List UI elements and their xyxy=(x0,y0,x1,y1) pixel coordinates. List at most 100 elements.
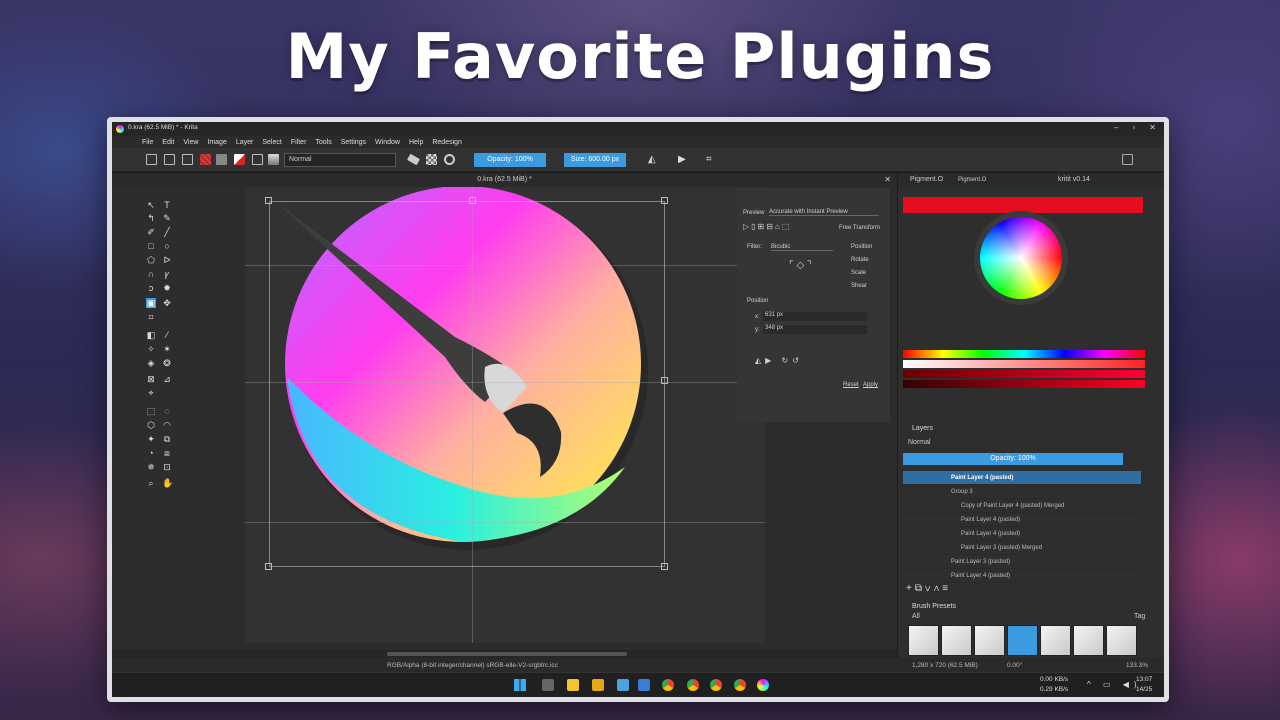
layer-row[interactable]: Paint Layer 4 (pasted) xyxy=(903,513,1141,527)
anchor-point-grid-icon[interactable]: ⌜ ◇ ⌝ xyxy=(789,260,812,271)
measure-tool-icon[interactable]: ⊿ xyxy=(162,374,172,384)
close-tab-icon[interactable]: ✕ xyxy=(884,173,891,187)
new-document-icon[interactable] xyxy=(146,154,157,165)
color-swatch-icon[interactable] xyxy=(234,154,245,165)
rect-select-tool-icon[interactable]: ⬚ xyxy=(146,406,156,416)
zoom-tool-icon[interactable]: ⌕ xyxy=(146,478,156,488)
chrome-icon[interactable] xyxy=(687,679,699,691)
layers-opacity-slider[interactable]: Opacity: 100% xyxy=(903,453,1123,465)
transform-handle[interactable] xyxy=(661,563,668,570)
minimize-icon[interactable]: – xyxy=(1114,123,1118,132)
bezier-select-tool-icon[interactable]: ◔ xyxy=(146,448,156,458)
pattern-swatch-icon[interactable] xyxy=(216,154,227,165)
text-tool-icon[interactable]: T xyxy=(162,200,172,210)
brush-preset-tile[interactable] xyxy=(1073,625,1104,656)
contiguous-select-tool-icon[interactable]: ✦ xyxy=(146,434,156,444)
menu-tools[interactable]: Tools xyxy=(315,139,331,146)
layers-blend-mode[interactable]: Normal xyxy=(908,439,931,446)
layer-row[interactable]: Paint Layer 3 (pasted) Merged xyxy=(903,541,1141,555)
document-canvas[interactable] xyxy=(245,187,765,643)
opacity-slider[interactable]: Opacity: 100% xyxy=(474,153,546,167)
alpha-slider[interactable] xyxy=(903,380,1145,388)
mode-position[interactable]: Position xyxy=(851,244,872,250)
filter-select[interactable]: Bicubic xyxy=(771,244,833,251)
transform-mode-icons[interactable]: ▷▯⊞⊟⌂⬚ xyxy=(743,222,791,231)
menu-image[interactable]: Image xyxy=(207,139,226,146)
mode-scale[interactable]: Scale xyxy=(851,270,866,276)
menu-settings[interactable]: Settings xyxy=(341,139,366,146)
brush-presets-tag[interactable]: Tag xyxy=(1134,613,1145,620)
horizontal-scrollbar[interactable] xyxy=(112,650,897,658)
eraser-icon[interactable] xyxy=(406,153,421,166)
transform-handle[interactable] xyxy=(661,377,668,384)
menu-file[interactable]: File xyxy=(142,139,153,146)
edit-shapes-tool-icon[interactable]: ↰ xyxy=(146,213,156,223)
transform-handle[interactable] xyxy=(469,197,476,204)
mode-shear[interactable]: Shear xyxy=(851,283,867,289)
fill-tool-icon[interactable]: ◈ xyxy=(146,358,156,368)
brush-settings-icon[interactable] xyxy=(252,154,263,165)
chrome-icon[interactable] xyxy=(710,679,722,691)
menu-view[interactable]: View xyxy=(183,139,198,146)
transform-bounding-box[interactable] xyxy=(269,201,665,567)
menu-redesign[interactable]: Redesign xyxy=(432,139,462,146)
brush-presets-filter[interactable]: All xyxy=(912,613,920,620)
polygon-select-tool-icon[interactable]: ⬡ xyxy=(146,420,156,430)
menu-edit[interactable]: Edit xyxy=(162,139,174,146)
transform-handle[interactable] xyxy=(265,563,272,570)
apply-button[interactable]: Apply xyxy=(863,382,878,388)
saturation-slider[interactable] xyxy=(903,360,1145,368)
transform-handle[interactable] xyxy=(265,197,272,204)
ellipse-tool-icon[interactable]: ○ xyxy=(162,241,172,251)
move-tool-icon[interactable]: ✥ xyxy=(162,298,172,308)
color-picker-tool-icon[interactable]: ⁄ xyxy=(162,330,172,340)
brush-preset-tile[interactable] xyxy=(974,625,1005,656)
value-slider[interactable] xyxy=(903,370,1145,378)
x-position-input[interactable]: 631 px xyxy=(763,312,867,321)
transform-handle[interactable] xyxy=(661,197,668,204)
gradient-swatch-icon[interactable] xyxy=(200,154,211,165)
tray-icons[interactable]: ^ ▭ ◀) xyxy=(1087,680,1142,689)
mirror-vertical-icon[interactable]: ▶ xyxy=(678,154,689,165)
rectangle-tool-icon[interactable]: □ xyxy=(146,241,156,251)
layer-row[interactable]: Group 3 xyxy=(903,485,1141,499)
flip-icons[interactable]: ◭▶ ↻↺ xyxy=(755,356,803,365)
ellipse-select-tool-icon[interactable]: ◌ xyxy=(162,406,172,416)
brush-preset-tile[interactable] xyxy=(941,625,972,656)
hue-slider[interactable] xyxy=(903,350,1145,358)
taskbar-app-icon[interactable] xyxy=(592,679,604,691)
similar-color-select-tool-icon[interactable]: ✵ xyxy=(146,462,156,472)
blend-mode-select[interactable]: Normal xyxy=(284,153,396,167)
brush-preset-icon[interactable] xyxy=(268,154,279,165)
enclose-fill-tool-icon[interactable]: ❂ xyxy=(162,358,172,368)
docker-toggle-icon[interactable] xyxy=(1122,154,1133,165)
select-shapes-tool-icon[interactable]: ↖ xyxy=(146,200,156,210)
taskbar-app-icon[interactable] xyxy=(542,679,554,691)
krita-taskbar-icon[interactable] xyxy=(757,679,769,691)
mirror-horizontal-icon[interactable]: ◭ xyxy=(648,154,659,165)
calligraphy-tool-icon[interactable]: ✎ xyxy=(162,213,172,223)
open-document-icon[interactable] xyxy=(164,154,175,165)
line-tool-icon[interactable]: ╱ xyxy=(162,227,172,237)
brush-size-slider[interactable]: Size: 600.00 px xyxy=(564,153,626,167)
zoom-readout[interactable]: 133.3% xyxy=(1126,662,1148,669)
chrome-icon[interactable] xyxy=(662,679,674,691)
wrap-around-icon[interactable]: ⌗ xyxy=(706,154,717,165)
preview-select[interactable]: Accurate with Instant Preview xyxy=(769,209,879,216)
gradient-tool-icon[interactable]: ◧ xyxy=(146,330,156,340)
brush-tool-icon[interactable]: ✐ xyxy=(146,227,156,237)
bezier-tool-icon[interactable]: ∩ xyxy=(146,269,156,279)
taskbar-app-icon[interactable] xyxy=(638,679,650,691)
polyline-tool-icon[interactable]: ᐅ xyxy=(162,255,172,265)
menu-window[interactable]: Window xyxy=(375,139,400,146)
alpha-lock-icon[interactable] xyxy=(426,154,437,165)
menu-select[interactable]: Select xyxy=(262,139,281,146)
similar-select-tool-icon[interactable]: ⧉ xyxy=(162,434,172,444)
menu-help[interactable]: Help xyxy=(409,139,423,146)
brush-preset-tile[interactable] xyxy=(1106,625,1137,656)
menu-filter[interactable]: Filter xyxy=(291,139,307,146)
menu-layer[interactable]: Layer xyxy=(236,139,254,146)
layer-row[interactable]: Paint Layer 4 (pasted) xyxy=(903,527,1141,541)
y-position-input[interactable]: 348 px xyxy=(763,325,867,334)
brush-preset-tile[interactable] xyxy=(1007,625,1038,656)
